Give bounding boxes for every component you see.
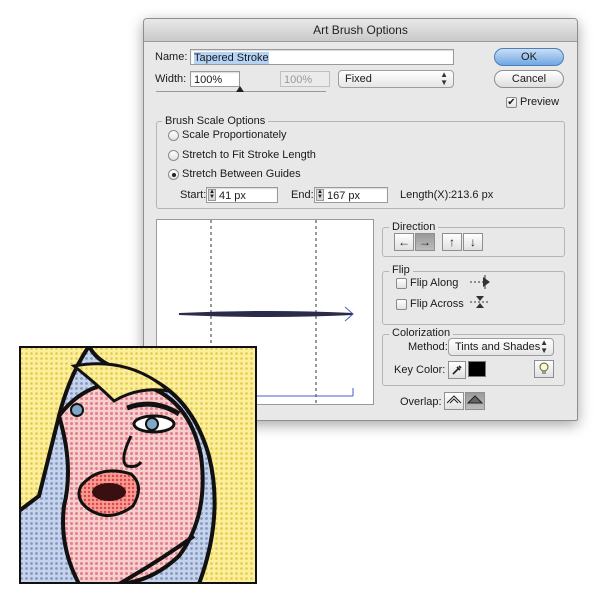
flip-across-label: Flip Across	[410, 298, 464, 310]
select-arrows-icon: ▲ ▼	[440, 70, 448, 87]
pop-art-comic-illustration	[19, 346, 257, 584]
start-stepper-icon[interactable]: ▲ ▼	[208, 189, 216, 201]
overlap-adjust-button[interactable]	[444, 392, 464, 410]
end-label: End:	[291, 189, 314, 201]
method-value: Tints and Shades	[455, 341, 541, 353]
key-color-swatch[interactable]	[468, 361, 486, 377]
flip-along-icon	[470, 275, 490, 289]
tips-button[interactable]	[534, 360, 554, 378]
start-field[interactable]: ▲ ▼ 41 px	[206, 187, 278, 203]
direction-right-button[interactable]: →	[415, 233, 435, 251]
direction-up-button[interactable]: ↑	[442, 233, 462, 251]
scale-proportionately-label: Scale Proportionately	[182, 129, 287, 141]
ok-button[interactable]: OK	[494, 48, 564, 66]
width-label: Width:	[155, 73, 187, 85]
eyedropper-icon	[452, 365, 462, 375]
dialog-title: Art Brush Options	[144, 19, 577, 42]
flip-along-label: Flip Along	[410, 277, 459, 289]
name-label: Name:	[155, 51, 188, 63]
cancel-button[interactable]: Cancel	[494, 70, 564, 88]
tapered-stroke-preview	[178, 311, 354, 317]
comic-iris	[145, 417, 159, 431]
preview-checkbox[interactable]: ✔	[506, 97, 517, 108]
length-value: 213.6 px	[451, 189, 494, 201]
end-stepper-icon[interactable]: ▲ ▼	[316, 189, 324, 201]
select-arrows-icon: ▲ ▼	[540, 338, 548, 355]
direction-down-button[interactable]: ↓	[463, 233, 483, 251]
method-select[interactable]: Tints and Shades ▲ ▼	[448, 338, 554, 356]
eyedropper-button[interactable]	[448, 361, 466, 379]
flip-across-checkbox[interactable]	[396, 299, 407, 310]
start-value: 41 px	[219, 190, 246, 202]
radio-stretch-to-fit[interactable]	[168, 150, 179, 161]
overlap-adjust-icon	[446, 395, 462, 404]
stretch-between-guides-label: Stretch Between Guides	[182, 168, 301, 180]
preview-label: Preview	[520, 96, 560, 108]
name-value: Tapered Stroke	[194, 52, 269, 64]
lightbulb-icon	[539, 362, 549, 374]
flip-title: Flip	[389, 264, 413, 276]
comic-mouth-opening	[92, 483, 126, 501]
start-label: Start:	[180, 189, 207, 201]
direction-title: Direction	[389, 221, 439, 233]
radio-scale-proportionately[interactable]	[168, 130, 179, 141]
comic-left-eye	[70, 403, 84, 417]
direction-left-button[interactable]: ←	[394, 233, 414, 251]
flip-along-checkbox[interactable]	[396, 278, 407, 289]
width-field[interactable]: 100%	[190, 71, 240, 87]
flip-across-icon	[470, 296, 490, 308]
brush-scale-title: Brush Scale Options	[162, 115, 269, 127]
end-field[interactable]: ▲ ▼ 167 px	[314, 187, 388, 203]
radio-stretch-between-guides[interactable]	[168, 169, 179, 180]
width-mode-select[interactable]: Fixed ▲ ▼	[338, 70, 454, 88]
width-slider-thumb[interactable]	[236, 86, 244, 92]
width-mode-value: Fixed	[345, 73, 372, 85]
stretch-to-fit-label: Stretch to Fit Stroke Length	[182, 149, 316, 161]
name-field[interactable]: Tapered Stroke	[190, 49, 454, 65]
method-label: Method:	[408, 341, 448, 353]
length-label: Length(X):	[400, 189, 452, 201]
overlap-label: Overlap:	[400, 396, 442, 408]
key-color-label: Key Color:	[394, 364, 446, 376]
overlap-no-adjust-icon	[466, 395, 484, 404]
end-value: 167 px	[327, 190, 361, 202]
width-max-field: 100%	[280, 71, 330, 87]
colorization-title: Colorization	[389, 327, 454, 339]
overlap-no-adjust-button[interactable]	[465, 392, 485, 410]
